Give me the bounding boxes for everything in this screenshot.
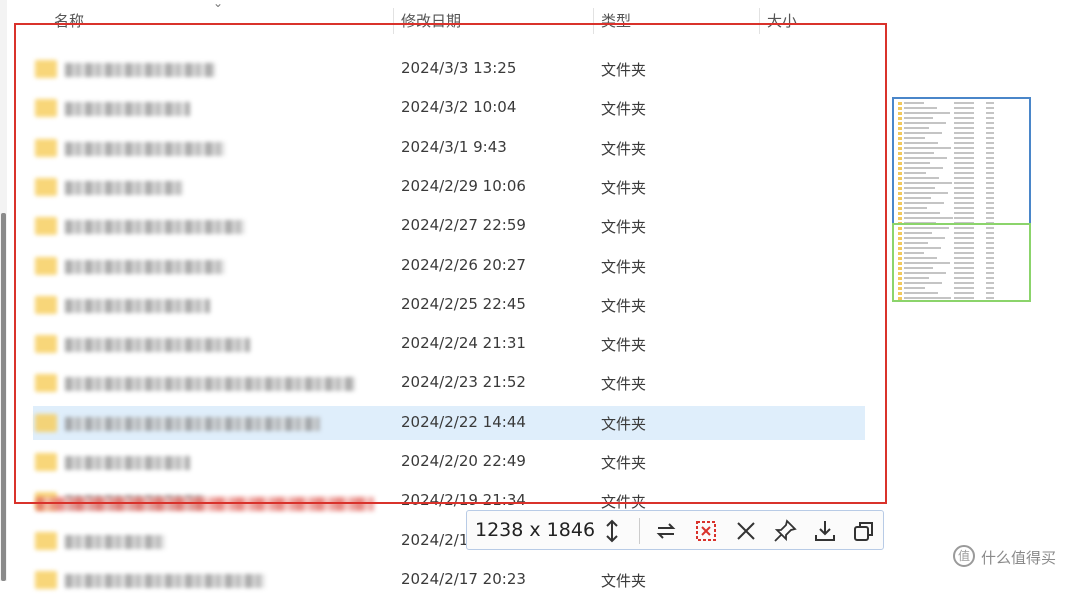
column-header-size[interactable]: 大小: [767, 10, 797, 31]
toolbar-divider: [639, 518, 640, 544]
folder-icon: [35, 60, 57, 78]
file-type: 文件夹: [601, 454, 647, 472]
file-row[interactable]: 2024/2/27 22:59 文件夹: [33, 209, 865, 243]
folder-icon: [35, 413, 57, 432]
file-type: 文件夹: [601, 218, 647, 237]
crop-off-icon[interactable]: [693, 518, 719, 544]
blurred-text: [65, 456, 190, 470]
column-header-type[interactable]: 类型: [601, 10, 631, 31]
pin-icon[interactable]: [772, 518, 798, 544]
thumbnail-view-box-green: [892, 223, 1031, 302]
file-type: 文件夹: [601, 375, 647, 394]
column-divider[interactable]: [393, 8, 394, 34]
folder-icon: [35, 99, 57, 118]
modified-date: 2024/2/26 20:27: [401, 255, 526, 274]
blurred-text: [65, 102, 190, 117]
swap-icon[interactable]: [653, 518, 679, 544]
blurred-text: [65, 377, 355, 392]
column-header-date[interactable]: 修改日期: [401, 10, 461, 31]
file-type: 文件夹: [601, 336, 647, 355]
file-type: 文件夹: [601, 296, 647, 315]
modified-date: 2024/2/23 21:52: [401, 373, 526, 392]
folder-icon: [35, 374, 57, 393]
folder-icon: [35, 453, 57, 471]
file-type: 文件夹: [601, 178, 647, 197]
vertical-scrollbar[interactable]: [0, 0, 7, 581]
file-row[interactable]: 2024/3/3 13:25 文件夹: [33, 52, 865, 86]
folder-icon: [35, 138, 57, 157]
column-divider[interactable]: [593, 8, 594, 34]
folder-icon: [35, 217, 57, 236]
file-type: 文件夹: [601, 61, 647, 79]
blurred-filename: [36, 497, 374, 511]
capture-dimensions: 1238 x 1846: [475, 519, 596, 541]
screenshot-toolbar: 1238 x 1846: [466, 510, 884, 550]
watermark-logo-icon: 值: [953, 545, 975, 567]
vertical-resize-icon[interactable]: [599, 518, 625, 544]
file-type: 文件夹: [601, 414, 647, 433]
file-type: 文件夹: [601, 571, 647, 590]
blurred-text: [65, 338, 250, 353]
blurred-text: [65, 63, 215, 77]
file-row[interactable]: 2024/2/26 20:27 文件夹: [33, 249, 865, 283]
folder-icon: [35, 256, 57, 275]
screenshot-thumbnail-preview: [892, 97, 1032, 302]
modified-date: 2024/2/20 22:49: [401, 452, 526, 470]
folder-icon: [35, 570, 57, 589]
blurred-text: [65, 534, 165, 549]
folder-icon: [35, 177, 57, 196]
download-icon[interactable]: [812, 518, 838, 544]
folder-icon: [35, 531, 57, 550]
file-row[interactable]: 2024/2/20 22:49 文件夹: [33, 445, 865, 479]
file-type: 文件夹: [601, 139, 647, 158]
file-row[interactable]: 2024/2/29 10:06 文件夹: [33, 170, 865, 204]
blurred-text: [65, 416, 320, 431]
modified-date: 2024/2/22 14:44: [401, 412, 526, 431]
blurred-text: [65, 141, 225, 156]
column-header-row: 名称 修改日期 类型 大小: [0, 8, 880, 34]
modified-date: 2024/3/2 10:04: [401, 98, 517, 117]
copy-icon[interactable]: [851, 518, 877, 544]
file-row[interactable]: 2024/2/23 21:52 文件夹: [33, 366, 865, 400]
blurred-text: [65, 298, 210, 313]
watermark-text: 什么值得买: [981, 549, 1057, 567]
file-row[interactable]: 2024/2/25 22:45 文件夹: [33, 288, 865, 322]
modified-date: 2024/3/3 13:25: [401, 59, 517, 77]
thumbnail-view-box-blue: [892, 97, 1031, 225]
modified-date: 2024/2/25 22:45: [401, 294, 526, 313]
modified-date: 2024/2/17 20:23: [401, 569, 526, 588]
file-row[interactable]: 2024/2/24 21:31 文件夹: [33, 327, 865, 361]
file-row[interactable]: 2024/3/1 9:43 文件夹: [33, 131, 865, 165]
blurred-text: [65, 220, 245, 235]
modified-date: 2024/3/1 9:43: [401, 137, 507, 156]
folder-icon: [35, 335, 57, 354]
file-type: 文件夹: [601, 100, 647, 119]
blurred-text: [65, 259, 225, 274]
file-row[interactable]: 2024/2/17 20:23 文件夹: [33, 563, 865, 597]
column-header-name[interactable]: 名称: [54, 10, 84, 31]
modified-date: 2024/2/19 21:34: [401, 491, 526, 510]
blurred-text: [65, 180, 183, 195]
folder-icon: [35, 295, 57, 314]
scrollbar-thumb[interactable]: [1, 213, 6, 581]
modified-date: 2024/2/24 21:31: [401, 334, 526, 353]
modified-date: 2024/2/27 22:59: [401, 216, 526, 235]
modified-date: 2024/2/29 10:06: [401, 176, 526, 195]
file-row[interactable]: 2024/3/2 10:04 文件夹: [33, 91, 865, 125]
column-divider[interactable]: [759, 8, 760, 34]
file-row[interactable]: 2024/2/22 14:44 文件夹: [33, 405, 865, 440]
file-type: 文件夹: [601, 257, 647, 276]
close-icon[interactable]: [733, 518, 759, 544]
